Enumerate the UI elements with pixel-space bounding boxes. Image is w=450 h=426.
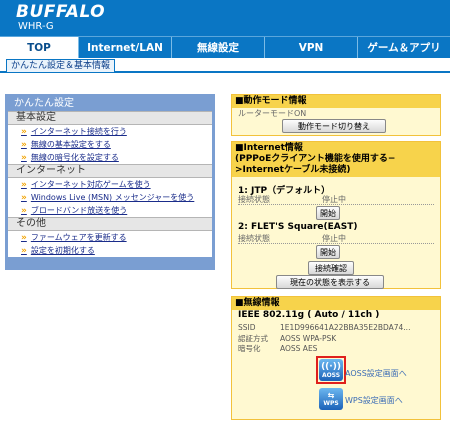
double-arrow-icon: » <box>21 245 27 256</box>
mode-panel: ■動作モード情報 ルーターモードON 動作モード切り替え <box>231 94 441 136</box>
ssid-row: SSID 1E1D996641A22BBA35E2BDA74... <box>238 323 411 332</box>
tab-game-apps[interactable]: ゲーム＆アプリ <box>357 37 450 58</box>
internet-panel-title: ■Internet情報 (PPPoEクライアント機能を使用する− >Intern… <box>232 142 440 177</box>
mode-panel-title: ■動作モード情報 <box>232 95 440 108</box>
menu-item-wireless-basic[interactable]: » 無線の基本設定をする <box>8 138 212 151</box>
double-arrow-icon: » <box>21 192 27 203</box>
wireless-panel: ■無線情報 IEEE 802.11g ( Auto / 11ch ) SSID 1… <box>231 296 441 420</box>
connection-1-start-button[interactable]: 開始 <box>316 206 340 220</box>
easy-setup-menu: かんたん設定 基本設定 » インターネット接続を行う » 無線の基本設定をする » 無… <box>5 94 215 270</box>
double-arrow-icon: » <box>21 126 27 137</box>
encryption-row: 暗号化 AOSS AES <box>238 344 318 353</box>
menu-body: 基本設定 » インターネット接続を行う » 無線の基本設定をする » 無線の暗号化を設… <box>8 111 212 257</box>
internet-panel: ■Internet情報 (PPPoEクライアント機能を使用する− >Intern… <box>231 141 441 289</box>
aoss-icon[interactable]: ((·)) AOSS <box>319 359 343 381</box>
wireless-panel-title: ■無線情報 <box>232 297 440 310</box>
wps-icon[interactable]: ⇆ WPS <box>319 388 343 410</box>
tab-top[interactable]: TOP <box>0 37 78 58</box>
subtab-easy-setup[interactable]: かんたん設定＆基本情報 <box>6 59 116 72</box>
show-status-button[interactable]: 現在の状態を表示する <box>276 275 384 289</box>
sub-nav: かんたん設定＆基本情報 <box>0 58 450 73</box>
double-arrow-icon: » <box>21 179 27 190</box>
tab-vpn[interactable]: VPN <box>264 37 357 58</box>
menu-item-internet-connect[interactable]: » インターネット接続を行う <box>8 125 212 138</box>
main-nav: TOP Internet/LAN 無線設定 VPN ゲーム＆アプリ <box>0 36 450 58</box>
menu-item-broadband[interactable]: » ブロードバンド放送を使う <box>8 204 212 217</box>
menu-section-internet: インターネット <box>8 164 212 178</box>
connection-2-status: 接続状態 停止中 <box>238 233 434 244</box>
brand-logo: BUFFALO <box>16 2 106 22</box>
model-name: WHR-G <box>18 21 54 32</box>
connection-2-name: 2: FLET'S Square(EAST) <box>238 222 358 232</box>
wireless-standard: IEEE 802.11g ( Auto / 11ch ) <box>238 310 380 320</box>
check-connection-button[interactable]: 接続確認 <box>308 261 354 275</box>
double-arrow-icon: » <box>21 139 27 150</box>
double-arrow-icon: » <box>21 205 27 216</box>
mode-value: ルーターモードON <box>238 109 307 118</box>
double-arrow-icon: » <box>21 152 27 163</box>
double-arrow-icon: » <box>21 232 27 243</box>
menu-title: かんたん設定 <box>14 98 74 109</box>
connection-2-start-button[interactable]: 開始 <box>316 245 340 259</box>
menu-item-reset[interactable]: » 設定を初期化する <box>8 244 212 257</box>
menu-item-firmware[interactable]: » ファームウェアを更新する <box>8 231 212 244</box>
connection-1-status: 接続状態 停止中 <box>238 194 434 205</box>
auth-row: 認証方式 AOSS WPA-PSK <box>238 334 337 343</box>
header-bar: BUFFALO WHR-G <box>0 0 450 36</box>
menu-item-games[interactable]: » インターネット対応ゲームを使う <box>8 178 212 191</box>
aoss-settings-link[interactable]: AOSS設定画面へ <box>345 368 407 379</box>
menu-item-messenger[interactable]: » Windows Live (MSN) メッセンジャーを使う <box>8 191 212 204</box>
menu-section-other: その他 <box>8 217 212 231</box>
tab-internet-lan[interactable]: Internet/LAN <box>78 37 171 58</box>
menu-item-wireless-encryption[interactable]: » 無線の暗号化を設定する <box>8 151 212 164</box>
tab-wireless-settings[interactable]: 無線設定 <box>171 37 264 58</box>
menu-section-basic: 基本設定 <box>8 111 212 125</box>
wps-settings-link[interactable]: WPS設定画面へ <box>345 395 403 406</box>
switch-mode-button[interactable]: 動作モード切り替え <box>282 119 386 133</box>
